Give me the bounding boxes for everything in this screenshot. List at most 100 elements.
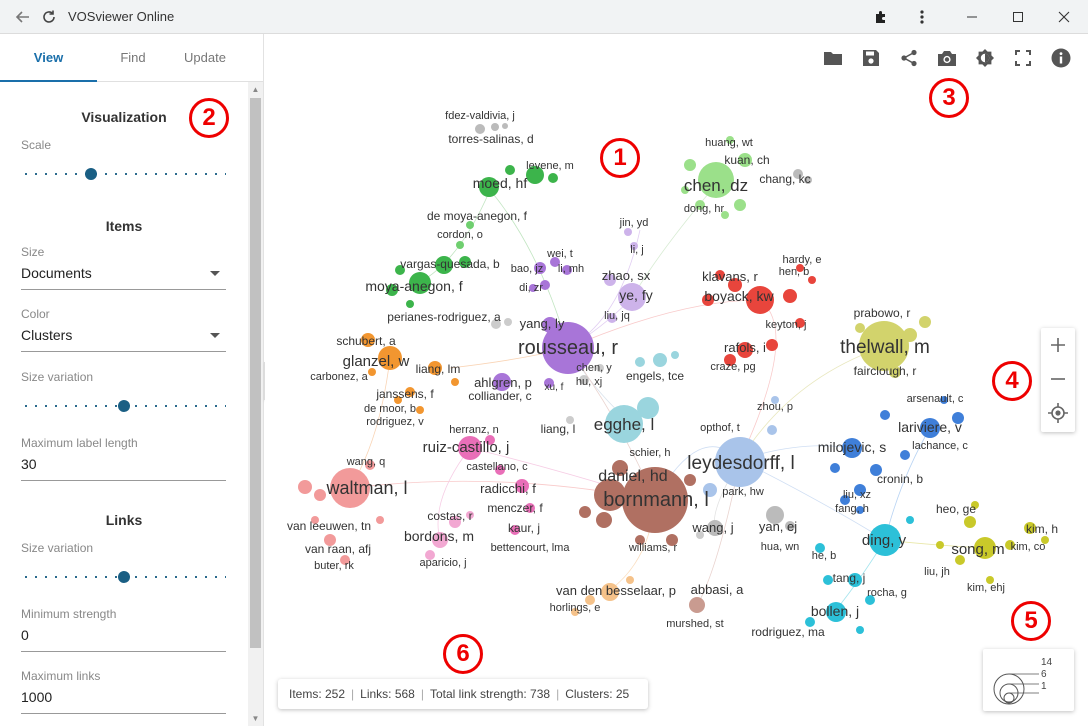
zoom-in-button[interactable] (1041, 328, 1075, 362)
items-size-variation-thumb[interactable] (118, 400, 130, 412)
maximize-icon[interactable] (995, 0, 1041, 34)
node-label[interactable]: hua, wn (761, 541, 800, 553)
tab-update[interactable]: Update (169, 34, 241, 81)
node-label[interactable]: liu, jq (604, 310, 630, 322)
node-label[interactable]: lariviere, v (898, 419, 962, 435)
items-size-variation-slider[interactable] (21, 399, 226, 413)
node-label[interactable]: aparicio, j (419, 557, 466, 569)
node-label[interactable]: ding, y (862, 532, 907, 549)
node-label[interactable]: thelwall, m (840, 337, 930, 358)
folder-icon[interactable] (814, 44, 852, 72)
node-label[interactable]: bordons, m (404, 528, 474, 544)
scrollbar-thumb[interactable] (250, 98, 261, 648)
max-label-length-input[interactable]: 30 (21, 453, 226, 481)
node-label[interactable]: rocha, g (867, 587, 907, 599)
node-label[interactable]: van leeuwen, tn (287, 519, 371, 533)
node-label[interactable]: kaur, j (508, 521, 540, 535)
node-label[interactable]: he, b (812, 550, 836, 562)
node-label[interactable]: boyack, kw (704, 288, 774, 304)
info-icon[interactable] (1042, 44, 1080, 72)
node-label[interactable]: carbonez, a (310, 371, 368, 383)
extensions-icon[interactable] (858, 0, 904, 34)
scroll-up-icon[interactable]: ▲ (248, 85, 263, 94)
node-label[interactable]: fdez-valdivia, j (445, 110, 515, 122)
node-label[interactable]: cordon, o (437, 229, 483, 241)
node-label[interactable]: bao, jz (511, 263, 543, 275)
node-label[interactable]: wang, q (346, 456, 386, 468)
node-label[interactable]: rodriguez, v (366, 416, 424, 428)
node-label[interactable]: jin, yd (619, 217, 649, 229)
node-label[interactable]: liang, l (541, 422, 576, 436)
links-size-variation-thumb[interactable] (118, 571, 130, 583)
node-label[interactable]: arsenault, c (907, 393, 964, 405)
camera-icon[interactable] (928, 44, 966, 72)
node-label[interactable]: costas, r (427, 509, 472, 523)
links-size-variation-slider[interactable] (21, 570, 226, 584)
node-label[interactable]: herranz, n (449, 424, 499, 436)
node-label[interactable]: yang, ly (520, 316, 565, 331)
node-label[interactable]: van den besselaar, p (556, 583, 676, 598)
node-label[interactable]: murshed, st (666, 618, 723, 630)
node-label[interactable]: torres-salinas, d (448, 132, 533, 146)
node-label[interactable]: leydesdorff, l (687, 453, 794, 474)
node-label[interactable]: fang, h (835, 503, 869, 515)
node-label[interactable]: zhou, p (757, 401, 793, 413)
node-label[interactable]: liu, xz (843, 489, 871, 501)
node-label[interactable]: park, hw (722, 486, 764, 498)
node-label[interactable]: li, j (630, 244, 643, 256)
node-label[interactable]: li, mh (558, 263, 584, 275)
node-label[interactable]: schubert, a (336, 334, 396, 348)
node-label[interactable]: zhao, sx (602, 268, 651, 283)
node-label[interactable]: fairclough, r (854, 364, 917, 378)
node-label[interactable]: colliander, c (468, 389, 531, 403)
save-icon[interactable] (852, 44, 890, 72)
brightness-icon[interactable] (966, 44, 1004, 72)
share-icon[interactable] (890, 44, 928, 72)
min-strength-input[interactable]: 0 (21, 624, 226, 652)
node-label[interactable]: ye, fy (619, 287, 652, 303)
node-label[interactable]: prabowo, r (854, 306, 911, 320)
minimize-icon[interactable] (949, 0, 995, 34)
max-links-input[interactable]: 1000 (21, 686, 226, 714)
node-label[interactable]: ahlgren, p (474, 375, 532, 390)
node-label[interactable]: janssens, f (375, 387, 434, 401)
node-label[interactable]: levene, m (526, 160, 574, 172)
panel-scrollbar[interactable]: ▲ ▼ (248, 82, 263, 726)
node-label[interactable]: bornmann, l (603, 489, 709, 511)
node-label[interactable]: hu, xj (576, 376, 602, 388)
node-label[interactable]: daniel, hd (598, 468, 667, 485)
node-label[interactable]: rousseau, r (518, 337, 618, 359)
network-map[interactable]: fdez-valdivia, j torres-salinas, d leven… (265, 34, 1088, 726)
node-label[interactable]: moya-anegon, f (365, 278, 462, 294)
node-label[interactable]: rodriguez, ma (751, 625, 825, 639)
node-label[interactable]: glanzel, w (343, 353, 410, 370)
node-label[interactable]: heo, ge (936, 502, 976, 516)
size-select[interactable]: Documents (21, 262, 226, 290)
node-label[interactable]: kuan, ch (724, 153, 769, 167)
node-label[interactable]: wei, t (546, 248, 573, 260)
color-select[interactable]: Clusters (21, 324, 226, 352)
node-label[interactable]: de moya-anegon, f (427, 209, 528, 223)
node-label[interactable]: buter, rk (314, 560, 354, 572)
node-label[interactable]: radicchi, f (480, 481, 536, 496)
node-label[interactable]: williams, r (628, 542, 678, 554)
node-label[interactable]: rafols, i (724, 340, 766, 355)
node-label[interactable]: keyton, j (766, 319, 807, 331)
node-label[interactable]: castellano, c (466, 461, 528, 473)
node-label[interactable]: wang, j (691, 520, 733, 535)
fullscreen-icon[interactable] (1004, 44, 1042, 72)
node-label[interactable]: moed, hf (473, 175, 528, 191)
node-label[interactable]: egghe, l (594, 415, 655, 434)
node-label[interactable]: liu, jh (924, 566, 950, 578)
node-label[interactable]: song, m (951, 541, 1004, 558)
node-label[interactable]: di, zr (519, 282, 543, 294)
node-label[interactable]: opthof, t (700, 422, 740, 434)
node-label[interactable]: hen, b (779, 266, 810, 278)
node-label[interactable]: horlings, e (550, 602, 601, 614)
node-label[interactable]: bollen, j (811, 603, 859, 619)
node-label[interactable]: hardy, e (783, 254, 822, 266)
node-label[interactable]: menczer, f (487, 501, 543, 515)
close-icon[interactable] (1041, 0, 1087, 34)
node-label[interactable]: engels, tce (626, 369, 684, 383)
node-label[interactable]: milojevic, s (818, 439, 886, 455)
